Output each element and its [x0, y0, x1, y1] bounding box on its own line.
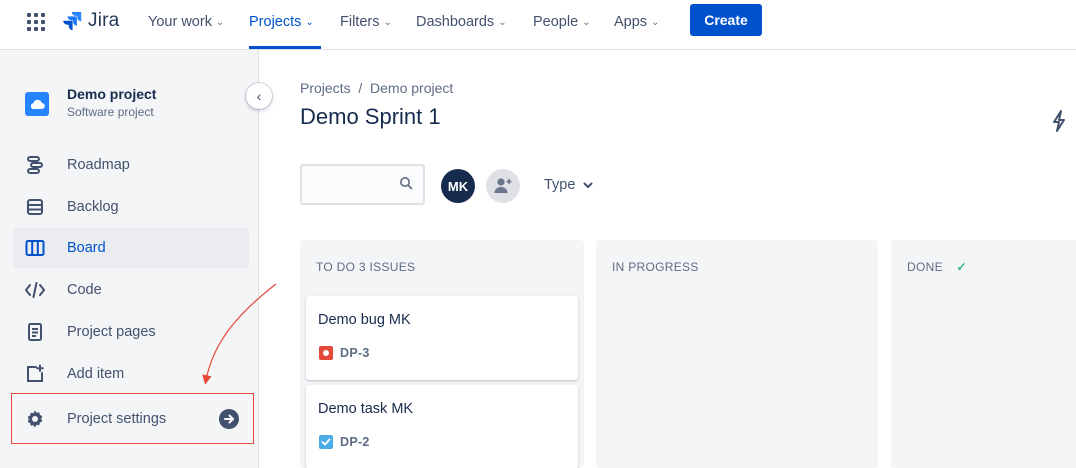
cloud-icon [30, 99, 45, 110]
user-avatar-filter[interactable]: MK [441, 169, 475, 203]
sidebar-item-label: Roadmap [67, 157, 130, 173]
sidebar-item-project-pages[interactable]: Project pages [14, 312, 249, 352]
project-avatar[interactable] [25, 92, 49, 116]
type-filter-dropdown[interactable]: Type [544, 177, 593, 193]
backlog-icon [24, 196, 46, 218]
nav-label: Your work [148, 14, 212, 30]
sidebar-item-label: Backlog [67, 199, 119, 215]
top-navigation: Jira Your work ⌄ Projects ⌄ Filters ⌄ Dashb… [0, 0, 1076, 50]
pages-icon [24, 321, 46, 343]
issue-card[interactable]: Demo task MK DP-2 [306, 385, 578, 468]
automation-lightning-icon[interactable] [1052, 110, 1066, 137]
sidebar-item-add-item[interactable]: Add item [14, 354, 249, 394]
add-item-icon [24, 363, 46, 385]
nav-dashboards[interactable]: Dashboards ⌄ [416, 14, 507, 30]
project-name: Demo project [67, 86, 157, 102]
chevron-down-icon: ⌄ [498, 17, 507, 28]
project-type: Software project [67, 105, 154, 119]
issue-card[interactable]: Demo bug MK DP-3 [306, 296, 578, 380]
done-check-icon: ✓ [956, 260, 967, 274]
sidebar-item-label: Code [67, 282, 102, 298]
nav-label: Dashboards [416, 14, 495, 30]
jira-logo[interactable]: Jira [62, 10, 119, 32]
nav-label: Apps [614, 14, 648, 30]
bug-icon [319, 346, 333, 360]
roadmap-icon [24, 154, 46, 176]
active-nav-indicator [249, 46, 321, 49]
sidebar-item-roadmap[interactable]: Roadmap [14, 145, 249, 185]
nav-filters[interactable]: Filters ⌄ [340, 14, 392, 30]
search-icon [399, 176, 413, 195]
logo-text: Jira [88, 10, 120, 31]
nav-people[interactable]: People ⌄ [533, 14, 591, 30]
create-button[interactable]: Create [690, 4, 762, 36]
nav-label: Filters [340, 14, 380, 30]
app-switcher-icon[interactable] [27, 13, 45, 31]
board-column-in-progress: IN PROGRESS [596, 240, 878, 468]
nav-apps[interactable]: Apps ⌄ [614, 14, 659, 30]
sidebar-item-board[interactable]: Board [14, 228, 249, 268]
code-icon [24, 279, 46, 301]
column-title-text: DONE [907, 260, 943, 274]
sidebar-item-code[interactable]: Code [14, 270, 249, 310]
task-checkbox-icon [319, 435, 333, 449]
nav-your-work[interactable]: Your work ⌄ [148, 14, 224, 30]
sidebar-item-label: Board [67, 240, 106, 256]
issue-summary: Demo task MK [318, 401, 414, 417]
chevron-down-icon: ⌄ [305, 17, 314, 28]
chevron-down-icon: ⌄ [651, 17, 660, 28]
board-search-input[interactable] [300, 164, 425, 205]
issue-key[interactable]: DP-3 [340, 346, 370, 360]
column-title: IN PROGRESS [612, 260, 699, 274]
breadcrumb[interactable]: Projects / Demo project [300, 80, 453, 96]
chevron-down-icon [583, 182, 593, 188]
issue-summary: Demo bug MK [318, 312, 411, 328]
type-filter-label: Type [544, 177, 576, 193]
chevron-left-icon: ‹ [256, 88, 262, 104]
add-people-button[interactable] [486, 169, 520, 203]
column-title: DONE ✓ [907, 260, 967, 274]
nav-label: Projects [249, 14, 302, 30]
nav-projects[interactable]: Projects ⌄ [249, 14, 314, 30]
collapse-sidebar-button[interactable]: ‹ [246, 83, 272, 109]
chevron-down-icon: ⌄ [215, 17, 225, 28]
chevron-down-icon: ⌄ [582, 17, 591, 28]
sidebar-item-label: Project pages [67, 324, 156, 340]
page-title: Demo Sprint 1 [300, 104, 441, 129]
board-icon [24, 237, 46, 259]
annotation-highlight-box [11, 393, 254, 444]
issue-key[interactable]: DP-2 [340, 435, 370, 449]
nav-label: People [533, 14, 579, 30]
board-column-done: DONE ✓ [891, 240, 1076, 468]
board-column-todo: TO DO 3 ISSUES Demo bug MK DP-3 Demo tas… [300, 240, 584, 468]
sidebar-item-backlog[interactable]: Backlog [14, 187, 249, 227]
sidebar-item-label: Add item [67, 366, 125, 382]
jira-logo-icon [63, 12, 82, 31]
chevron-down-icon: ⌄ [383, 17, 392, 28]
column-title: TO DO 3 ISSUES [316, 260, 416, 274]
add-person-icon [494, 178, 512, 193]
